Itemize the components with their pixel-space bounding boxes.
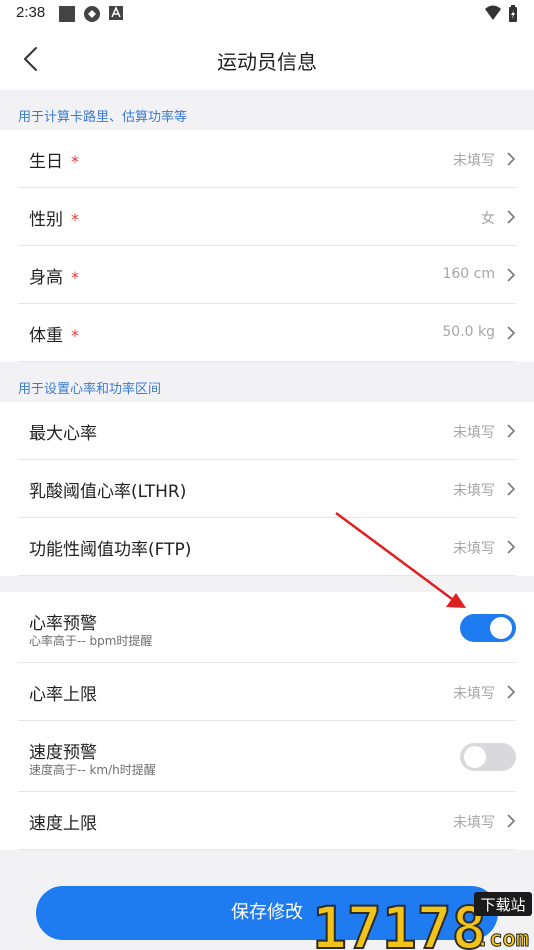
max-heart-rate-label: 最大心率 [29, 424, 97, 444]
speed-alert-hint: 速度高于-- km/h时提醒 [29, 763, 156, 777]
alerts-list: 心率预警 心率高于-- bpm时提醒 心率上限 未填写 速度预警 速度高于-- … [0, 592, 534, 850]
row-weight[interactable]: 体重 * 50.0 kg [18, 304, 516, 362]
required-mark: * [71, 152, 79, 171]
gender-value: 女 [481, 211, 495, 227]
section-label-zones: 用于设置心率和功率区间 [18, 382, 162, 397]
section-header-calorie: 用于计算卡路里、估算功率等 [0, 90, 534, 130]
ftp-label: 功能性阈值功率(FTP) [29, 540, 192, 560]
heart-rate-alert-hint: 心率高于-- bpm时提醒 [29, 634, 153, 648]
chevron-right-icon [507, 685, 516, 699]
height-label: 身高 * [29, 268, 79, 288]
speed-limit-label: 速度上限 [29, 814, 97, 834]
watermark-number: 17178 [312, 894, 487, 950]
weight-label: 体重 * [29, 326, 79, 346]
row-speed-limit[interactable]: 速度上限 未填写 [18, 792, 516, 850]
max-heart-rate-value: 未填写 [453, 425, 495, 441]
chevron-right-icon [507, 326, 516, 340]
status-bar: 2:38 [0, 0, 534, 28]
toggle-knob [464, 746, 486, 768]
text-notification-icon [109, 6, 123, 20]
row-speed-alert: 速度预警 速度高于-- km/h时提醒 [18, 721, 516, 792]
chevron-right-icon [507, 540, 516, 554]
required-mark: * [71, 326, 79, 345]
row-ftp[interactable]: 功能性阈值功率(FTP) 未填写 [18, 518, 516, 576]
chevron-right-icon [507, 482, 516, 496]
row-birthday[interactable]: 生日 * 未填写 [18, 130, 516, 188]
weight-value: 50.0 kg [442, 324, 495, 340]
section-header-zones: 用于设置心率和功率区间 [0, 362, 534, 402]
speed-alert-label: 速度预警 [29, 743, 97, 763]
chevron-right-icon [507, 424, 516, 438]
lthr-label: 乳酸阈值心率(LTHR) [29, 482, 187, 502]
height-value: 160 cm [442, 266, 495, 282]
battery-icon [509, 5, 517, 22]
status-time: 2:38 [16, 4, 46, 21]
row-heart-rate-limit[interactable]: 心率上限 未填写 [18, 663, 516, 721]
section-spacer [0, 576, 534, 592]
watermark-domain: .com [476, 927, 529, 950]
row-gender[interactable]: 性别 * 女 [18, 188, 516, 246]
app-notification-icon [59, 6, 75, 22]
required-mark: * [71, 210, 79, 229]
birthday-value: 未填写 [453, 153, 495, 169]
zones-list: 最大心率 未填写 乳酸阈值心率(LTHR) 未填写 功能性阈值功率(FTP) 未… [0, 402, 534, 576]
speed-limit-value: 未填写 [453, 815, 495, 831]
row-heart-rate-alert: 心率预警 心率高于-- bpm时提醒 [18, 592, 516, 663]
row-max-heart-rate[interactable]: 最大心率 未填写 [18, 402, 516, 460]
heart-rate-limit-value: 未填写 [453, 686, 495, 702]
lthr-value: 未填写 [453, 483, 495, 499]
watermark-logo: 17178 下载站 .com [312, 892, 532, 950]
birthday-label: 生日 * [29, 152, 79, 172]
nav-bar: 运动员信息 [0, 28, 534, 90]
sync-notification-icon [84, 6, 100, 22]
heart-rate-alert-toggle[interactable] [460, 614, 516, 642]
basic-info-list: 生日 * 未填写 性别 * 女 身高 * 160 cm 体重 * 50.0 kg [0, 130, 534, 362]
chevron-right-icon [507, 268, 516, 282]
gender-label: 性别 * [29, 210, 79, 230]
required-mark: * [71, 268, 79, 287]
row-height[interactable]: 身高 * 160 cm [18, 246, 516, 304]
heart-rate-alert-label: 心率预警 [29, 614, 97, 634]
heart-rate-limit-label: 心率上限 [29, 685, 97, 705]
speed-alert-toggle[interactable] [460, 743, 516, 771]
page-title: 运动员信息 [217, 50, 317, 74]
wifi-icon [485, 5, 501, 20]
row-lthr[interactable]: 乳酸阈值心率(LTHR) 未填写 [18, 460, 516, 518]
ftp-value: 未填写 [453, 541, 495, 557]
toggle-knob [490, 617, 512, 639]
chevron-right-icon [507, 814, 516, 828]
chevron-right-icon [507, 152, 516, 166]
section-label-calorie: 用于计算卡路里、估算功率等 [18, 110, 188, 125]
chevron-right-icon [507, 210, 516, 224]
watermark-badge: 下载站 [480, 896, 525, 914]
